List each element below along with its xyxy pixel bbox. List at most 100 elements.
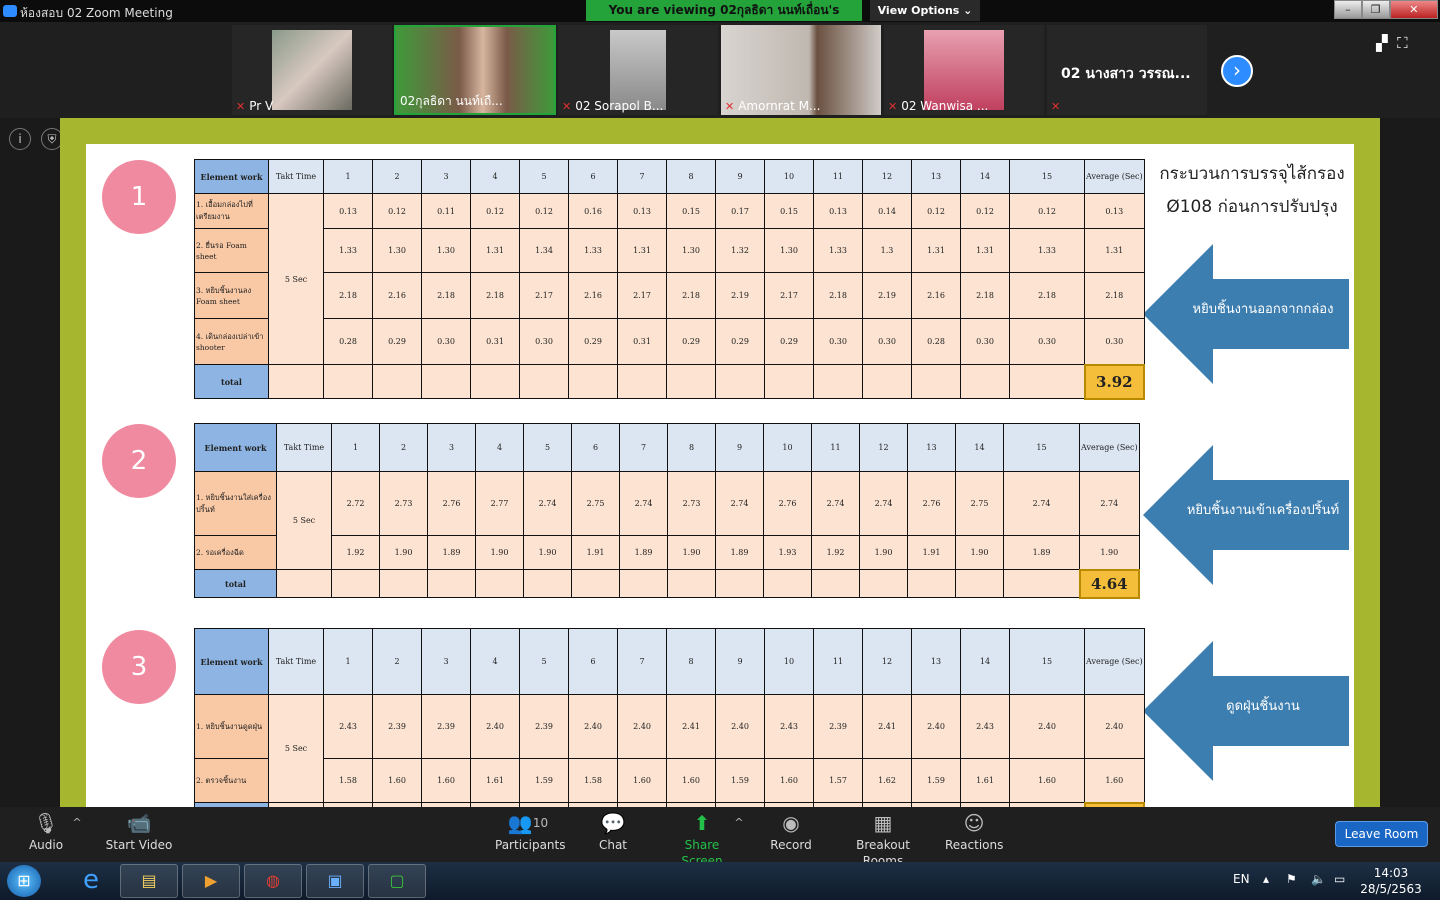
time-value-cell: 1.61 [470,758,520,803]
start-button[interactable]: ⊞ [7,865,41,897]
participant-thumb[interactable]: ✕ Amornrat M... [721,25,881,115]
network-icon[interactable]: ▭ [1334,872,1345,886]
audio-button[interactable]: 🎙 Audio [26,807,66,862]
window-controls: – ❐ ✕ [1334,0,1439,19]
header-trial-number: 4 [475,423,524,472]
participant-thumb[interactable]: ✕ 02 Sorapol B... [558,25,718,115]
empty-cell [811,569,860,598]
header-element-work: Element work [194,159,269,194]
explorer-taskbar-icon[interactable]: ▤ [120,864,178,898]
section-number-badge: 2 [102,424,176,498]
header-trial-number: 14 [960,628,1010,695]
empty-cell [907,569,956,598]
participant-thumb[interactable]: 02 นางสาว วรรณ... ✕ [1047,25,1207,115]
reactions-button[interactable]: ☺ Reactions [945,807,1003,862]
minimize-button[interactable]: – [1334,0,1362,19]
time-value-cell: 1.33 [323,228,373,273]
share-screen-button[interactable]: ⬆ Share Screen [664,807,740,868]
system-clock[interactable]: 14:03 28/5/2563 [1358,865,1424,897]
participant-name: 02กุลธิดา นนท์เถื... [400,94,503,108]
media-player-taskbar-icon[interactable]: ▶ [182,864,240,898]
language-indicator[interactable]: EN [1233,872,1250,886]
view-options-button[interactable]: View Options ⌄ [870,0,980,21]
time-value-cell: 2.76 [763,471,812,536]
chrome-taskbar-icon[interactable]: ◍ [244,864,302,898]
time-value-cell: 1.89 [427,535,476,570]
time-study-table: Element work Takt Time 1 2 3 4 5 6 7 8 9 10 11 12 13 14… [194,628,1146,807]
empty-cell [571,569,620,598]
leave-room-button[interactable]: Leave Room [1335,821,1428,847]
empty-cell [859,569,908,598]
meeting-info-icon[interactable]: i [9,128,31,150]
header-trial-number: 12 [862,628,912,695]
participant-thumb-active[interactable]: 02กุลธิดา นนท์เถื... [394,25,556,115]
time-value-cell: 1.60 [372,758,422,803]
header-trial-number: 12 [862,159,912,194]
header-trial-number: 8 [667,423,716,472]
action-center-icon[interactable]: ⚑ [1286,872,1297,886]
close-button[interactable]: ✕ [1389,0,1439,19]
time-value-cell: 2.43 [323,694,373,759]
time-value-cell: 2.19 [715,272,765,319]
element-work-cell: 2. ตรวจชิ้นงาน [194,758,269,803]
time-value-cell: 2.18 [421,272,471,319]
time-value-cell: 2.43 [960,694,1010,759]
breakout-rooms-button[interactable]: ▦ Breakout Rooms [837,807,929,868]
empty-cell [276,569,332,598]
share-options-caret[interactable]: ^ [732,807,746,862]
header-trial-number: 7 [617,628,667,695]
participants-button[interactable]: 👥10 Participants [495,807,566,862]
restore-button[interactable]: ❐ [1361,0,1390,19]
zoom-taskbar-icon[interactable]: ▣ [306,864,364,898]
participants-icon: 👥10 [507,811,549,835]
time-value-cell: 2.76 [427,471,476,536]
time-value-cell: 1.60 [666,758,716,803]
tray-expand-icon[interactable]: ▴ [1263,872,1269,886]
average-cell: 2.18 [1084,272,1145,319]
time-value-cell: 2.75 [571,471,620,536]
time-value-cell: 2.77 [475,471,524,536]
time-value-cell: 2.40 [470,694,520,759]
time-value-cell: 1.31 [470,228,520,273]
participant-name: ✕ Amornrat M... [725,99,821,113]
header-trial-number: 15 [1009,628,1085,695]
chat-button[interactable]: 💬 Chat [593,807,633,862]
slide-title: กระบวนการบรรจุไส้กรอง Ø108 ก่อนการปรับปร… [1152,158,1352,224]
header-trial-number: 4 [470,628,520,695]
empty-cell [519,364,569,399]
time-value-cell: 2.74 [523,471,572,536]
time-value-cell: 1.30 [666,228,716,273]
time-value-cell: 2.16 [568,272,618,319]
next-page-button[interactable]: › [1221,55,1253,87]
line-taskbar-icon[interactable]: ▢ [368,864,426,898]
time-value-cell: 1.30 [764,228,814,273]
start-video-button[interactable]: 📹 Start Video [104,807,174,862]
process-step-arrow: หยิบชิ้นงานเข้าเครื่องปริ้นท์ [1143,445,1349,585]
time-value-cell: 1.58 [568,758,618,803]
header-element-work: Element work [194,628,269,695]
chevron-right-icon: › [1233,58,1241,82]
ie-taskbar-icon[interactable]: e [62,864,120,898]
time-value-cell: 2.74 [811,471,860,536]
audio-options-caret[interactable]: ^ [70,807,84,862]
element-work-cell: 2. ยื่นรอ Foam sheet [194,228,269,273]
view-icons: ▞ ⛶ [1376,34,1408,52]
participant-thumb[interactable]: ✕ 02 Wanwisa ... [884,25,1044,115]
time-value-cell: 0.29 [715,318,765,365]
gallery-view-icon[interactable]: ▞ [1376,34,1388,52]
table-row: 2. ตรวจชิ้นงาน 1.58 1.60 1.60 1.61 1.59 1.58 1.… [194,758,1145,803]
time-value-cell: 1.92 [331,535,380,570]
empty-cell [862,364,912,399]
empty-cell [955,569,1004,598]
time-value-cell: 1.59 [911,758,961,803]
time-value-cell: 0.29 [764,318,814,365]
empty-cell [617,364,667,399]
record-button[interactable]: ◉ Record [769,807,813,862]
slide-title-line2: Ø108 ก่อนการปรับปรุง [1166,197,1338,217]
time-value-cell: 2.40 [715,694,765,759]
empty-cell [568,364,618,399]
muted-mic-icon: ✕ [725,100,735,113]
participant-thumb[interactable]: ✕ Pr V [232,25,392,115]
volume-icon[interactable]: 🔈 [1311,872,1326,886]
fullscreen-icon[interactable]: ⛶ [1397,34,1408,52]
